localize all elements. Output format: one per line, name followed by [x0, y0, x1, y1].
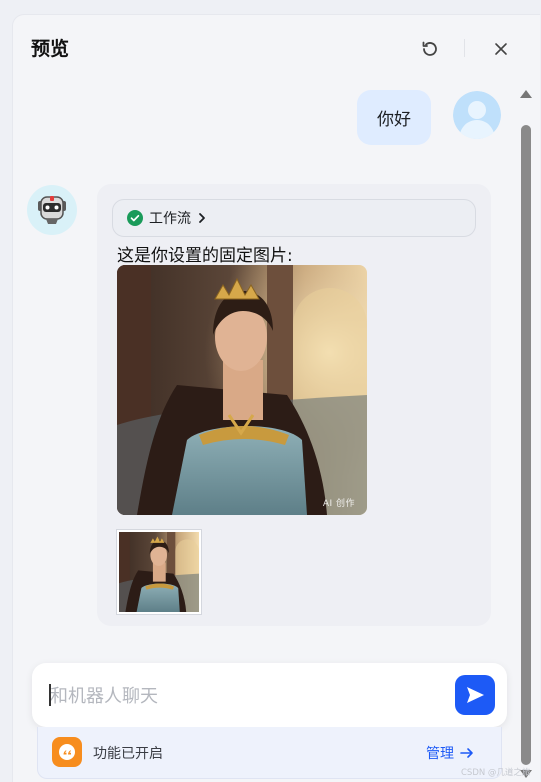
chevron-right-icon	[199, 213, 205, 223]
send-button[interactable]	[455, 675, 495, 715]
feature-status: 功能已开启	[93, 746, 163, 762]
ai-creation-watermark: AI 创作	[322, 499, 355, 509]
user-avatar	[453, 91, 501, 139]
bot-avatar	[27, 185, 77, 235]
user-message-bubble: 你好	[357, 90, 431, 145]
scroll-up-arrow[interactable]	[520, 90, 532, 98]
close-icon	[495, 43, 507, 55]
text-caret	[49, 684, 51, 706]
csdn-watermark: CSDN @几道之旅	[461, 768, 531, 778]
refresh-icon	[422, 41, 437, 56]
chat-input[interactable]	[48, 679, 452, 713]
header-divider	[464, 39, 465, 57]
feature-bar: 功能已开启 管理	[37, 727, 502, 779]
manage-link[interactable]: 管理	[426, 743, 474, 763]
arrow-right-icon	[460, 748, 473, 758]
image-thumbnail[interactable]	[117, 530, 201, 614]
quote-icon	[52, 737, 82, 767]
user-message-text: 你好	[377, 110, 411, 130]
scrollbar-thumb[interactable]	[521, 125, 531, 765]
page-title: 预览	[31, 38, 70, 60]
manage-label: 管理	[426, 746, 454, 762]
workflow-chip[interactable]: 工作流	[112, 199, 476, 237]
refresh-button[interactable]	[419, 38, 441, 60]
portrait-image[interactable]: AI 创作	[117, 265, 367, 515]
workflow-label: 工作流	[149, 211, 191, 227]
close-button[interactable]	[490, 38, 512, 60]
chat-input-box	[32, 663, 507, 727]
send-icon	[467, 687, 484, 703]
bot-message-text: 这是你设置的固定图片:	[117, 246, 293, 266]
check-circle-icon	[127, 210, 143, 226]
